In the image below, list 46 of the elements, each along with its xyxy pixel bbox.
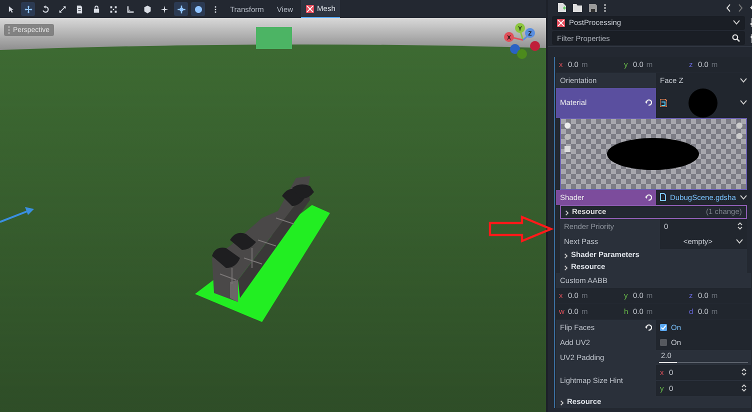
axis-arrow <box>0 207 34 223</box>
mesh-icon <box>557 18 565 27</box>
caret-icon <box>740 78 747 83</box>
toolbar-button[interactable] <box>191 2 205 16</box>
toolbar-button[interactable] <box>21 2 35 16</box>
revert-icon[interactable] <box>645 194 652 201</box>
quad-mesh <box>256 27 292 49</box>
cube-icon <box>142 4 152 14</box>
caret-icon <box>740 100 747 106</box>
globe-icon <box>194 4 202 14</box>
checkbox[interactable] <box>660 338 667 346</box>
lock-icon <box>92 4 100 14</box>
forward-icon[interactable] <box>738 4 743 12</box>
scale-icon <box>58 4 66 14</box>
save-icon[interactable] <box>589 4 597 12</box>
chevron-icon <box>565 210 569 216</box>
toolbar-button[interactable] <box>174 2 188 16</box>
sphere-preview <box>688 88 718 118</box>
back-icon[interactable] <box>726 4 731 12</box>
spinner-icon <box>740 384 747 392</box>
material-icon <box>660 98 667 107</box>
spinner-icon <box>740 368 747 376</box>
chevron-icon <box>560 400 564 406</box>
spinner-icon <box>736 222 743 230</box>
folder-icon[interactable] <box>573 4 582 12</box>
new-file-icon[interactable] <box>558 3 566 12</box>
checkbox[interactable] <box>660 324 667 331</box>
rotate-icon <box>40 4 50 14</box>
cursor-icon <box>6 4 16 14</box>
caret-icon <box>740 194 747 200</box>
document-icon <box>74 4 84 14</box>
crosshair-icon <box>176 4 186 14</box>
ruler-icon <box>126 4 134 14</box>
arrow-annotation <box>488 215 554 243</box>
caret-icon <box>736 238 743 244</box>
preview-mode-icon[interactable] <box>564 122 571 152</box>
revert-icon[interactable] <box>645 99 652 106</box>
move-icon <box>24 4 32 14</box>
revert-icon[interactable] <box>645 324 652 331</box>
light-toggle-icon[interactable] <box>736 122 743 140</box>
axis-gizmo-drawing <box>504 23 540 59</box>
file-icon <box>660 193 666 202</box>
group-icon <box>108 4 118 14</box>
search-icon <box>732 34 740 42</box>
sparkle-icon <box>160 4 168 14</box>
caret-icon <box>732 20 740 26</box>
